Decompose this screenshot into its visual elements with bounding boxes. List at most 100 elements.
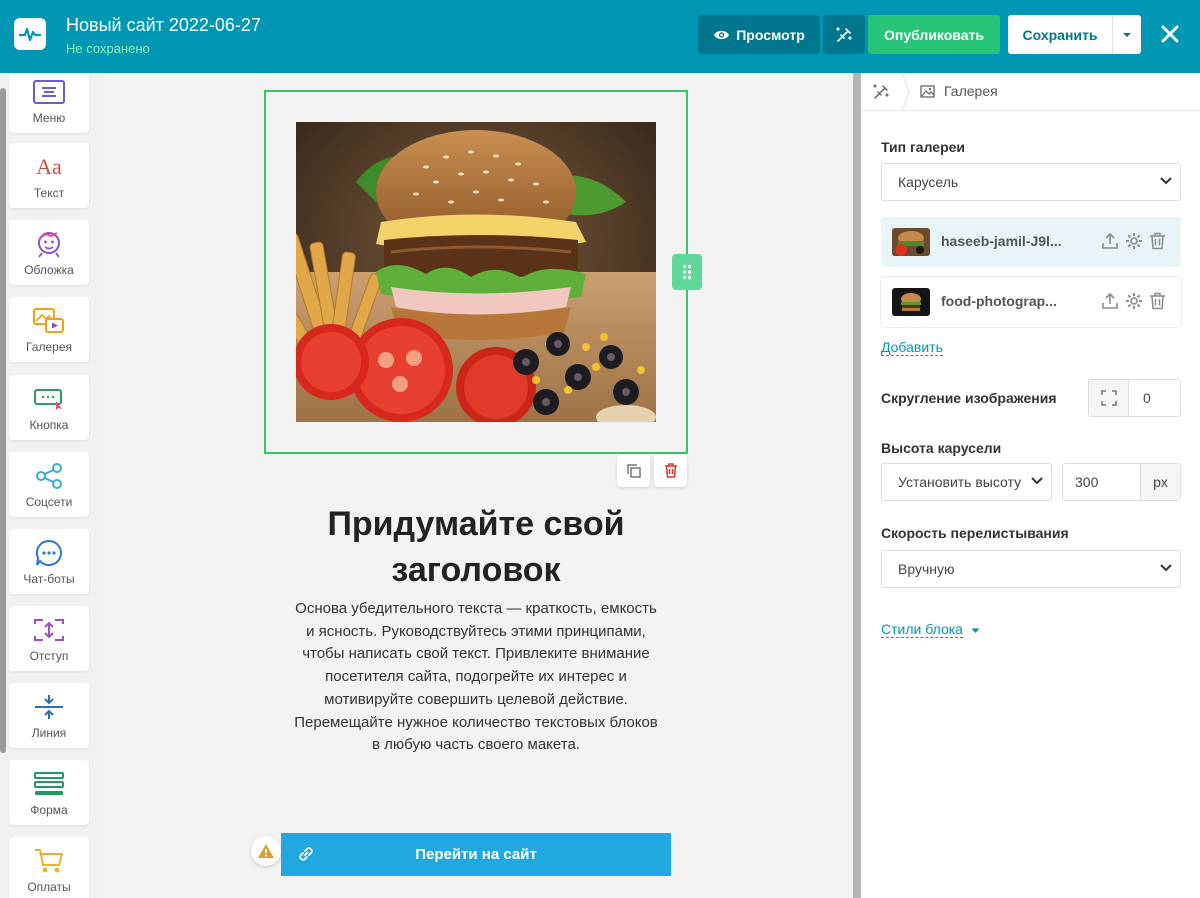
cart-icon	[35, 849, 63, 873]
spacing-icon	[34, 619, 64, 641]
tool-label: Чат-боты	[23, 572, 75, 586]
image-thumbnail	[892, 288, 930, 316]
tool-label: Обложка	[24, 263, 74, 277]
tool-label: Меню	[32, 111, 66, 125]
share-icon	[36, 463, 62, 489]
tool-label: Отступ	[29, 649, 69, 663]
breadcrumb-chevron-icon	[901, 73, 910, 111]
image-radius-input[interactable]: 0	[1088, 379, 1181, 417]
close-button[interactable]	[1156, 20, 1184, 48]
breadcrumb-current[interactable]: Галерея	[944, 83, 998, 99]
block-body-text[interactable]: Основа убедительного текста — краткость,…	[291, 598, 661, 757]
chevron-down-icon	[1160, 564, 1172, 572]
tool-label: Линия	[31, 726, 67, 740]
corners-icon	[1089, 380, 1129, 416]
duplicate-button[interactable]	[617, 454, 650, 487]
publish-button[interactable]: Опубликовать	[868, 15, 1000, 54]
tool-label: Текст	[33, 186, 65, 200]
link-icon	[299, 847, 313, 861]
carousel-height-value[interactable]: 300	[1063, 464, 1140, 500]
cover-icon	[38, 232, 60, 258]
settings-panel: Галерея Тип галереи Карусель haseeb-jami…	[861, 73, 1200, 898]
tool-line[interactable]: Линия	[9, 683, 89, 748]
gallery-block-selected[interactable]	[264, 90, 688, 454]
image-radius-label: Скругление изображения	[881, 390, 1057, 406]
tool-menu[interactable]: Меню	[9, 73, 89, 133]
tool-cover[interactable]: Обложка	[9, 220, 89, 285]
image-icon	[920, 85, 935, 98]
line-icon	[35, 695, 63, 719]
editor-canvas: Придумайте свой заголовок Основа убедите…	[100, 73, 853, 898]
trash-icon	[664, 463, 677, 478]
warning-icon[interactable]	[251, 836, 281, 866]
slide-speed-select[interactable]: Вручную	[881, 550, 1181, 588]
carousel-height-input[interactable]: 300 px	[1062, 463, 1181, 501]
slide-speed-value: Вручную	[898, 561, 955, 577]
text-aa-icon: Aa	[36, 154, 62, 179]
copy-icon	[626, 463, 641, 478]
gallery-image-item[interactable]: haseeb-jamil-J9l...	[881, 217, 1181, 267]
chevron-down-icon	[1160, 177, 1172, 185]
panel-resize-handle[interactable]	[853, 73, 861, 898]
save-status: Не сохранено	[66, 41, 150, 56]
logo-icon[interactable]	[14, 18, 46, 50]
form-icon	[34, 772, 64, 795]
menu-icon	[33, 80, 65, 104]
caret-down-icon	[1123, 32, 1131, 37]
tool-social[interactable]: Соцсети	[9, 452, 89, 517]
add-image-link[interactable]: Добавить	[881, 339, 943, 356]
tool-button[interactable]: Кнопка	[9, 375, 89, 440]
breadcrumb: Галерея	[861, 73, 1200, 111]
carousel-height-unit: px	[1140, 464, 1180, 500]
image-filename: haseeb-jamil-J9l...	[941, 233, 1062, 249]
sidebar-scrollbar[interactable]	[0, 88, 6, 753]
gear-icon[interactable]	[1125, 232, 1143, 250]
gallery-type-select[interactable]: Карусель	[881, 163, 1181, 201]
chevron-down-icon	[1031, 477, 1043, 485]
gear-icon[interactable]	[1125, 292, 1143, 310]
tool-label: Форма	[30, 803, 68, 817]
tool-gallery[interactable]: Галерея	[9, 297, 89, 362]
gallery-image-item[interactable]: food-photograp...	[881, 277, 1181, 327]
carousel-height-mode-value: Установить высоту	[898, 474, 1022, 490]
image-radius-value[interactable]: 0	[1129, 380, 1151, 416]
site-title[interactable]: Новый сайт 2022-06-27	[66, 15, 261, 36]
magic-wand-icon	[836, 26, 852, 42]
tool-payments[interactable]: Оплаты	[9, 837, 89, 898]
block-headline[interactable]: Придумайте свой заголовок	[276, 501, 676, 593]
top-bar: Новый сайт 2022-06-27 Не сохранено Просм…	[0, 0, 1200, 73]
chat-icon	[35, 539, 62, 566]
gallery-type-label: Тип галереи	[881, 139, 966, 155]
gallery-icon	[33, 308, 64, 333]
grip-dots-icon	[682, 264, 692, 280]
magic-wand-icon[interactable]	[872, 83, 890, 101]
block-styles-toggle[interactable]: Стили блока	[881, 621, 980, 638]
upload-icon[interactable]	[1101, 232, 1119, 250]
trash-icon[interactable]	[1149, 232, 1166, 250]
drag-handle[interactable]	[672, 254, 702, 290]
tool-form[interactable]: Форма	[9, 760, 89, 825]
carousel-height-mode-select[interactable]: Установить высоту	[881, 463, 1052, 501]
tool-text[interactable]: Aa Текст	[9, 143, 89, 208]
design-tools-button[interactable]	[823, 15, 865, 54]
save-options-button[interactable]	[1112, 15, 1141, 54]
tool-label: Галерея	[25, 340, 73, 354]
trash-icon[interactable]	[1149, 292, 1166, 310]
upload-icon[interactable]	[1101, 292, 1119, 310]
tool-spacing[interactable]: Отступ	[9, 606, 89, 671]
button-icon	[34, 389, 62, 410]
preview-button[interactable]: Просмотр	[698, 15, 820, 54]
save-button[interactable]: Сохранить	[1008, 15, 1112, 54]
cta-button[interactable]: Перейти на сайт	[281, 833, 671, 876]
caret-down-icon	[971, 628, 980, 633]
close-icon	[1161, 25, 1179, 43]
eye-icon	[714, 30, 730, 39]
image-thumbnail	[892, 228, 930, 256]
preview-label: Просмотр	[736, 26, 805, 43]
tool-chatbots[interactable]: Чат-боты	[9, 529, 89, 594]
block-styles-label: Стили блока	[881, 621, 963, 638]
delete-block-button[interactable]	[654, 454, 687, 487]
block-library: Меню Aa Текст Обложка Галерея Кнопка Соц…	[0, 73, 100, 898]
carousel-height-label: Высота карусели	[881, 440, 1002, 456]
burger-photo	[296, 122, 656, 422]
